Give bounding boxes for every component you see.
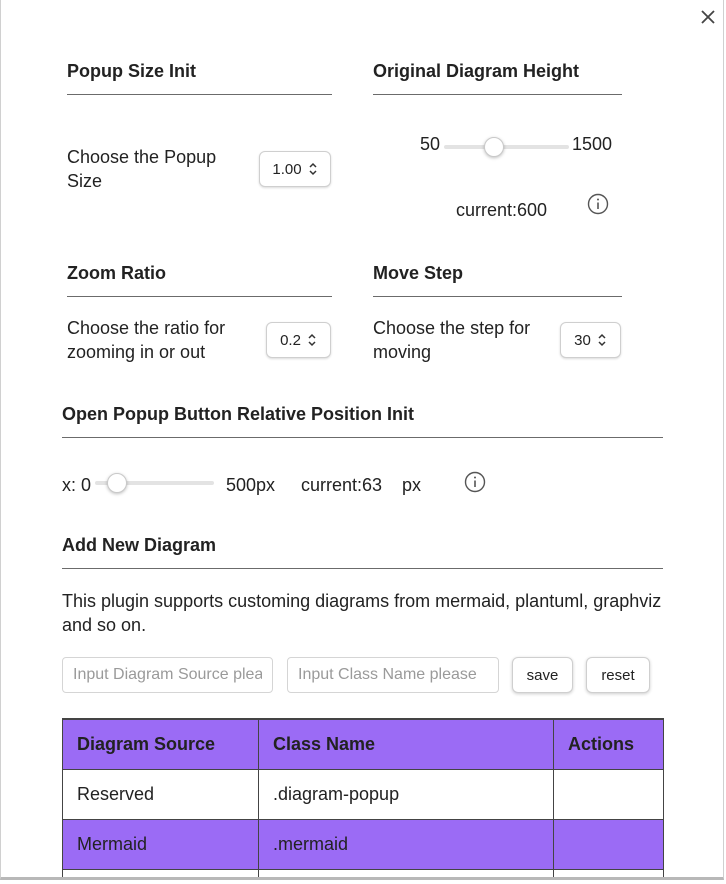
diagram-height-max-label: 1500 <box>572 134 613 154</box>
chevron-up-down-icon <box>598 333 606 347</box>
slider-thumb[interactable] <box>107 473 128 493</box>
add-diagram-heading: Add New Diagram <box>62 535 663 569</box>
settings-modal: Popup Size Init Choose the Popup Size 1.… <box>0 0 724 880</box>
cell-actions <box>553 768 664 820</box>
popup-size-value: 1.00 <box>272 160 302 178</box>
button-position-slider[interactable] <box>95 473 214 493</box>
column-header-actions: Actions <box>553 718 664 770</box>
diagram-height-slider[interactable] <box>444 137 569 157</box>
info-icon[interactable] <box>587 193 609 215</box>
cell-actions <box>553 818 664 870</box>
close-icon <box>701 10 715 24</box>
diagram-source-input[interactable] <box>62 657 273 693</box>
chevron-up-down-icon <box>309 162 317 176</box>
popup-size-label: Choose the Popup Size <box>67 147 217 191</box>
table-row: Mermaid .mermaid <box>62 818 664 870</box>
move-step-value: 30 <box>574 331 591 349</box>
cell-source: Reserved <box>62 768 259 820</box>
move-step-label: Choose the step for moving <box>373 318 531 362</box>
close-button[interactable] <box>698 7 718 27</box>
save-button[interactable]: save <box>512 657 573 693</box>
move-step-heading: Move Step <box>373 263 622 297</box>
cell-class-name: .mermaid <box>258 818 554 870</box>
button-position-x-label: x: 0 <box>62 475 92 495</box>
slider-thumb[interactable] <box>483 137 504 157</box>
column-header-class: Class Name <box>258 718 554 770</box>
class-name-input[interactable] <box>287 657 499 693</box>
table-header-row: Diagram Source Class Name Actions <box>62 718 664 770</box>
button-position-max-label: 500px <box>226 475 276 495</box>
slider-track <box>444 145 569 149</box>
zoom-ratio-label: Choose the ratio for zooming in or out <box>67 318 226 362</box>
zoom-ratio-value: 0.2 <box>280 331 301 349</box>
column-header-source: Diagram Source <box>62 718 259 770</box>
button-position-heading: Open Popup Button Relative Position Init <box>62 404 663 438</box>
zoom-ratio-stepper[interactable]: 0.2 <box>266 322 331 358</box>
cell-class-name <box>258 868 554 877</box>
info-icon[interactable] <box>464 471 486 493</box>
popup-size-heading: Popup Size Init <box>67 61 332 95</box>
popup-size-stepper[interactable]: 1.00 <box>259 151 331 187</box>
cell-actions <box>553 868 664 877</box>
table-row <box>62 868 664 877</box>
diagram-height-min-label: 50 <box>420 134 441 154</box>
add-diagram-description: This plugin supports customing diagrams … <box>62 591 662 635</box>
diagram-table: Diagram Source Class Name Actions Reserv… <box>62 718 664 877</box>
chevron-up-down-icon <box>308 333 316 347</box>
move-step-stepper[interactable]: 30 <box>560 322 621 358</box>
zoom-ratio-heading: Zoom Ratio <box>67 263 332 297</box>
cell-class-name: .diagram-popup <box>258 768 554 820</box>
diagram-height-current: current:600 <box>456 200 548 220</box>
diagram-height-heading: Original Diagram Height <box>373 61 622 95</box>
table-row: Reserved .diagram-popup <box>62 768 664 820</box>
reset-button[interactable]: reset <box>586 657 650 693</box>
button-position-unit: px <box>402 475 422 495</box>
cell-source <box>62 868 259 877</box>
button-position-current: current:63 <box>301 475 383 495</box>
cell-source: Mermaid <box>62 818 259 870</box>
